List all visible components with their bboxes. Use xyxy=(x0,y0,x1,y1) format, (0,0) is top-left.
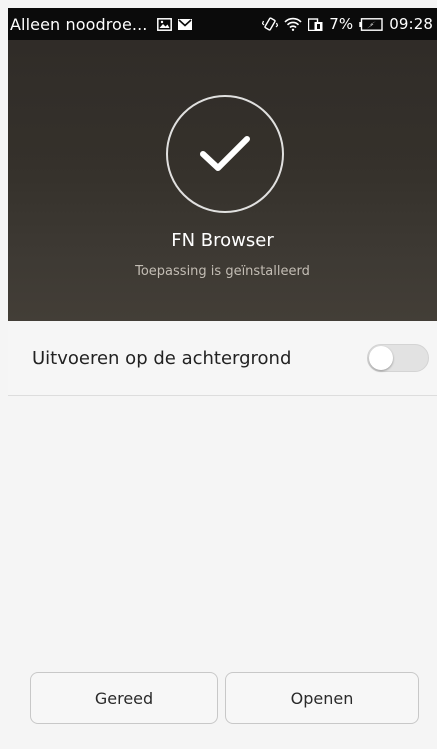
background-run-toggle[interactable] xyxy=(367,344,429,372)
status-bar: Alleen noodroe... 7% 09:28 xyxy=(8,8,437,40)
install-result-header: FN Browser Toepassing is geïnstalleerd xyxy=(8,40,437,321)
background-run-row[interactable]: Uitvoeren op de achtergrond xyxy=(8,321,437,396)
background-run-label: Uitvoeren op de achtergrond xyxy=(32,347,292,369)
gallery-icon xyxy=(157,17,173,31)
done-button[interactable]: Gereed xyxy=(30,672,218,724)
battery-percent: 7% xyxy=(329,15,354,33)
mail-icon xyxy=(178,18,193,30)
wifi-icon xyxy=(284,17,302,31)
checkmark-icon xyxy=(166,95,284,213)
toggle-knob xyxy=(369,346,393,370)
phone-icon xyxy=(308,17,323,31)
system-icons: 7% 09:28 xyxy=(262,15,433,33)
vibrate-icon xyxy=(262,16,279,32)
install-status-text: Toepassing is geïnstalleerd xyxy=(135,264,310,279)
open-button[interactable]: Openen xyxy=(225,672,419,724)
clock: 09:28 xyxy=(389,15,433,33)
carrier-text: Alleen noodroe... xyxy=(10,14,148,34)
notification-icons xyxy=(157,17,193,31)
app-name: FN Browser xyxy=(171,230,274,251)
empty-content-area xyxy=(8,397,437,652)
battery-charging-icon xyxy=(359,17,383,31)
